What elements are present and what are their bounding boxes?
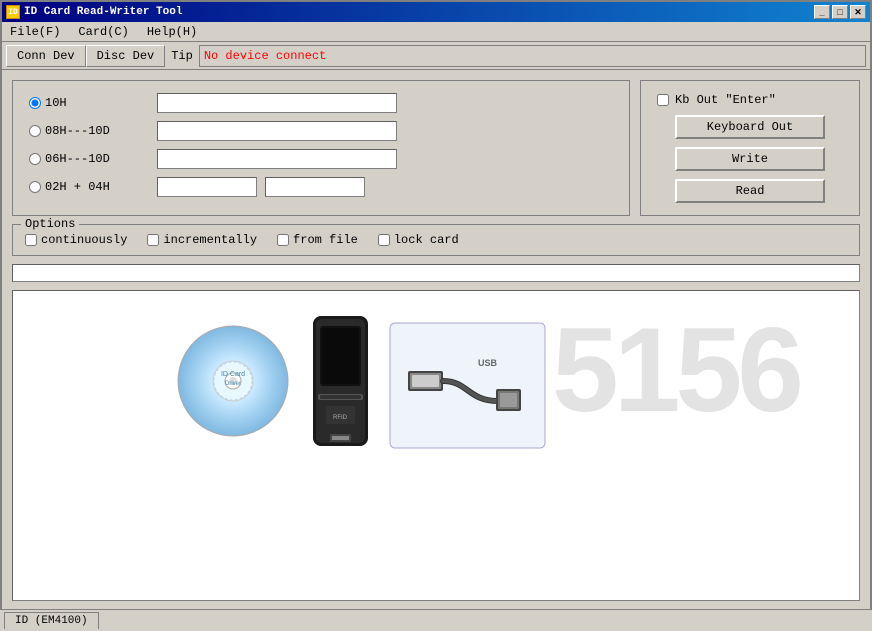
kb-out-row: Kb Out "Enter" xyxy=(657,93,843,107)
device-status: No device connect xyxy=(199,45,866,67)
write-button[interactable]: Write xyxy=(675,147,825,171)
option-continuously[interactable]: continuously xyxy=(25,233,127,247)
checkbox-from-file[interactable] xyxy=(277,234,289,246)
app-icon-text: ID xyxy=(8,8,18,17)
input-10h[interactable] xyxy=(157,93,397,113)
title-bar: ID ID Card Read-Writer Tool _ □ ✕ xyxy=(2,2,870,22)
usb-cable-icon: USB xyxy=(388,321,548,451)
keyboard-out-button[interactable]: Keyboard Out xyxy=(675,115,825,139)
label-08h: 08H---10D xyxy=(45,124,110,138)
format-row-10h: 10H xyxy=(29,93,613,113)
label-06h: 06H---10D xyxy=(45,152,110,166)
label-incrementally: incrementally xyxy=(163,233,257,247)
checkbox-continuously[interactable] xyxy=(25,234,37,246)
top-section: 10H 08H---10D 06H---10D xyxy=(12,80,860,216)
menu-file[interactable]: File(F) xyxy=(6,25,64,39)
radio-08h[interactable] xyxy=(29,125,41,137)
format-row-06h: 06H---10D xyxy=(29,149,613,169)
option-incrementally[interactable]: incrementally xyxy=(147,233,257,247)
card-reader-icon: RFID xyxy=(308,316,373,456)
svg-text:RFID: RFID xyxy=(333,415,348,421)
label-02h: 02H + 04H xyxy=(45,180,110,194)
svg-text:ID Card: ID Card xyxy=(221,371,245,378)
format-row-02h: 02H + 04H xyxy=(29,177,613,197)
kb-out-label: Kb Out "Enter" xyxy=(675,93,776,107)
title-bar-left: ID ID Card Read-Writer Tool xyxy=(6,5,182,19)
menu-bar: File(F) Card(C) Help(H) xyxy=(2,22,870,42)
image-area: 5156 ID Card Driver xyxy=(12,290,860,601)
input-04h[interactable] xyxy=(265,177,365,197)
input-02h[interactable] xyxy=(157,177,257,197)
progress-bar xyxy=(12,264,860,282)
window-title: ID Card Read-Writer Tool xyxy=(24,6,182,18)
options-legend: Options xyxy=(21,217,79,231)
radio-label-06h[interactable]: 06H---10D xyxy=(29,152,149,166)
checkbox-lock-card[interactable] xyxy=(378,234,390,246)
radio-06h[interactable] xyxy=(29,153,41,165)
conn-dev-button[interactable]: Conn Dev xyxy=(6,45,86,67)
status-message: No device connect xyxy=(204,49,326,63)
format-row-08h: 08H---10D xyxy=(29,121,613,141)
radio-label-08h[interactable]: 08H---10D xyxy=(29,124,149,138)
title-bar-controls: _ □ ✕ xyxy=(814,5,866,19)
minimize-button[interactable]: _ xyxy=(814,5,830,19)
radio-label-02h[interactable]: 02H + 04H xyxy=(29,180,149,194)
maximize-button[interactable]: □ xyxy=(832,5,848,19)
kb-out-checkbox[interactable] xyxy=(657,94,669,106)
label-10h: 10H xyxy=(45,96,67,110)
label-lock-card: lock card xyxy=(394,233,459,247)
radio-label-10h[interactable]: 10H xyxy=(29,96,149,110)
format-panel: 10H 08H---10D 06H---10D xyxy=(12,80,630,216)
label-continuously: continuously xyxy=(41,233,127,247)
svg-text:Driver: Driver xyxy=(225,381,241,387)
option-lock-card[interactable]: lock card xyxy=(378,233,459,247)
product-image: 5156 ID Card Driver xyxy=(13,291,859,600)
radio-02h[interactable] xyxy=(29,181,41,193)
button-panel: Kb Out "Enter" Keyboard Out Write Read xyxy=(640,80,860,216)
radio-10h[interactable] xyxy=(29,97,41,109)
toolbar: Conn Dev Disc Dev Tip No device connect xyxy=(2,42,870,70)
tip-label: Tip xyxy=(165,49,199,63)
option-from-file[interactable]: from file xyxy=(277,233,358,247)
watermark-text: 5156 xyxy=(552,301,799,439)
status-tab[interactable]: ID (EM4100) xyxy=(4,612,99,629)
options-group: Options continuously incrementally from … xyxy=(12,224,860,256)
status-bar: ID (EM4100) xyxy=(0,609,872,631)
input-08h[interactable] xyxy=(157,121,397,141)
disc-dev-button[interactable]: Disc Dev xyxy=(86,45,166,67)
svg-text:USB: USB xyxy=(478,358,498,368)
options-row: continuously incrementally from file loc… xyxy=(25,233,847,247)
label-from-file: from file xyxy=(293,233,358,247)
menu-help[interactable]: Help(H) xyxy=(143,25,201,39)
app-icon: ID xyxy=(6,5,20,19)
input-06h[interactable] xyxy=(157,149,397,169)
read-button[interactable]: Read xyxy=(675,179,825,203)
main-content: 10H 08H---10D 06H---10D xyxy=(2,70,870,611)
menu-card[interactable]: Card(C) xyxy=(74,25,132,39)
cd-disc-icon: ID Card Driver xyxy=(173,321,293,441)
checkbox-incrementally[interactable] xyxy=(147,234,159,246)
close-button[interactable]: ✕ xyxy=(850,5,866,19)
